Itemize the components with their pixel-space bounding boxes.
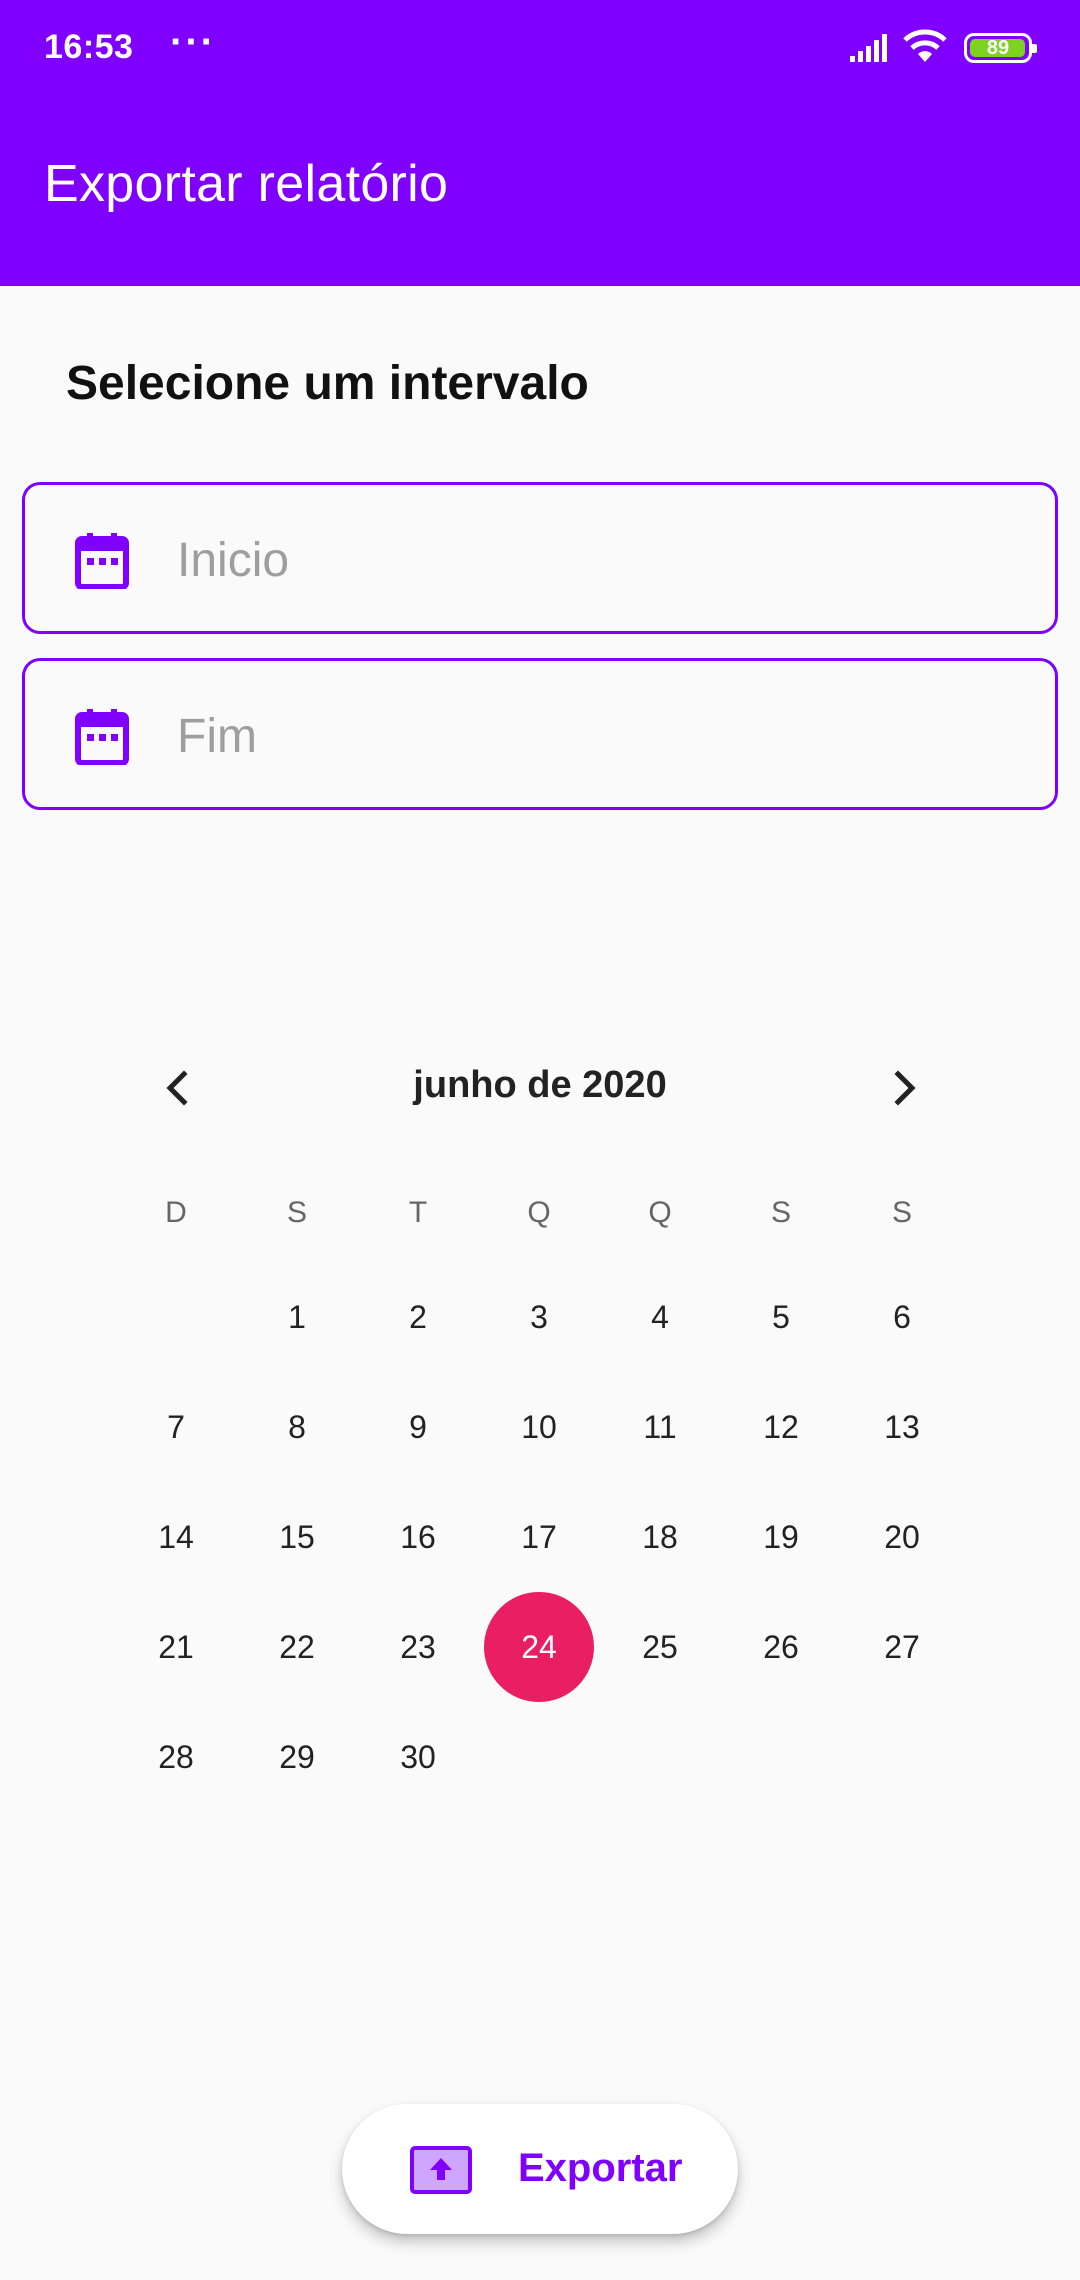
weekday-label: S [891, 1196, 912, 1229]
calendar-day[interactable]: 7 [121, 1372, 231, 1482]
weekday-label: Q [527, 1196, 551, 1229]
calendar-day[interactable]: 15 [242, 1482, 352, 1592]
battery-icon: 89 [964, 33, 1037, 63]
calendar-day[interactable]: 14 [121, 1482, 231, 1592]
calendar-icon [75, 533, 129, 589]
wifi-icon [903, 29, 947, 62]
weekday-label: T [408, 1196, 428, 1229]
calendar-day[interactable]: 22 [242, 1592, 352, 1702]
calendar-day[interactable]: 19 [726, 1482, 836, 1592]
end-date-field[interactable]: Fim [22, 658, 1058, 810]
weekday-label: D [165, 1196, 187, 1229]
status-time: 16:53 [44, 28, 134, 66]
calendar-day[interactable]: 23 [363, 1592, 473, 1702]
calendar-day[interactable]: 8 [242, 1372, 352, 1482]
calendar-day[interactable]: 28 [121, 1702, 231, 1812]
calendar-day-selected[interactable]: 24 [484, 1592, 594, 1702]
app-bar: Exportar relatório [0, 96, 1080, 286]
calendar-day[interactable]: 5 [726, 1262, 836, 1372]
calendar-day[interactable]: 18 [605, 1482, 715, 1592]
calendar-day[interactable]: 2 [363, 1262, 473, 1372]
calendar-day[interactable]: 26 [726, 1592, 836, 1702]
status-bar: 16:53 ··· 89 [0, 0, 1080, 96]
calendar-day[interactable]: 17 [484, 1482, 594, 1592]
next-month-chevron-icon[interactable] [884, 1068, 924, 1108]
calendar-day[interactable]: 9 [363, 1372, 473, 1482]
calendar-day[interactable]: 6 [847, 1262, 957, 1372]
export-button[interactable]: Exportar [342, 2104, 738, 2234]
calendar-day[interactable]: 3 [484, 1262, 594, 1372]
weekday-label: Q [648, 1196, 672, 1229]
upload-icon [410, 2146, 472, 2194]
calendar-day[interactable]: 30 [363, 1702, 473, 1812]
calendar-day[interactable]: 16 [363, 1482, 473, 1592]
weekday-label: S [286, 1196, 307, 1229]
calendar-day[interactable]: 25 [605, 1592, 715, 1702]
start-date-field[interactable]: Inicio [22, 482, 1058, 634]
calendar-day[interactable]: 13 [847, 1372, 957, 1482]
notification-dots-icon: ··· [170, 20, 216, 64]
signal-icon [850, 34, 887, 62]
weekday-label: S [770, 1196, 791, 1229]
calendar-day[interactable]: 21 [121, 1592, 231, 1702]
calendar-day[interactable]: 29 [242, 1702, 352, 1812]
end-date-placeholder: Fim [177, 710, 257, 763]
page-title: Exportar relatório [44, 155, 449, 213]
export-button-label: Exportar [518, 2146, 683, 2190]
calendar-day[interactable]: 27 [847, 1592, 957, 1702]
start-date-placeholder: Inicio [177, 534, 290, 587]
calendar-icon [75, 709, 129, 765]
previous-month-chevron-icon[interactable] [158, 1068, 198, 1108]
calendar-day[interactable]: 20 [847, 1482, 957, 1592]
calendar-day[interactable]: 1 [242, 1262, 352, 1372]
calendar-day[interactable]: 12 [726, 1372, 836, 1482]
calendar-month-label: junho de 2020 [413, 1064, 667, 1106]
calendar-day[interactable]: 4 [605, 1262, 715, 1372]
section-title: Selecione um intervalo [66, 357, 589, 410]
battery-percentage: 89 [986, 36, 1010, 59]
calendar-day[interactable]: 10 [484, 1372, 594, 1482]
calendar-day[interactable]: 11 [605, 1372, 715, 1482]
